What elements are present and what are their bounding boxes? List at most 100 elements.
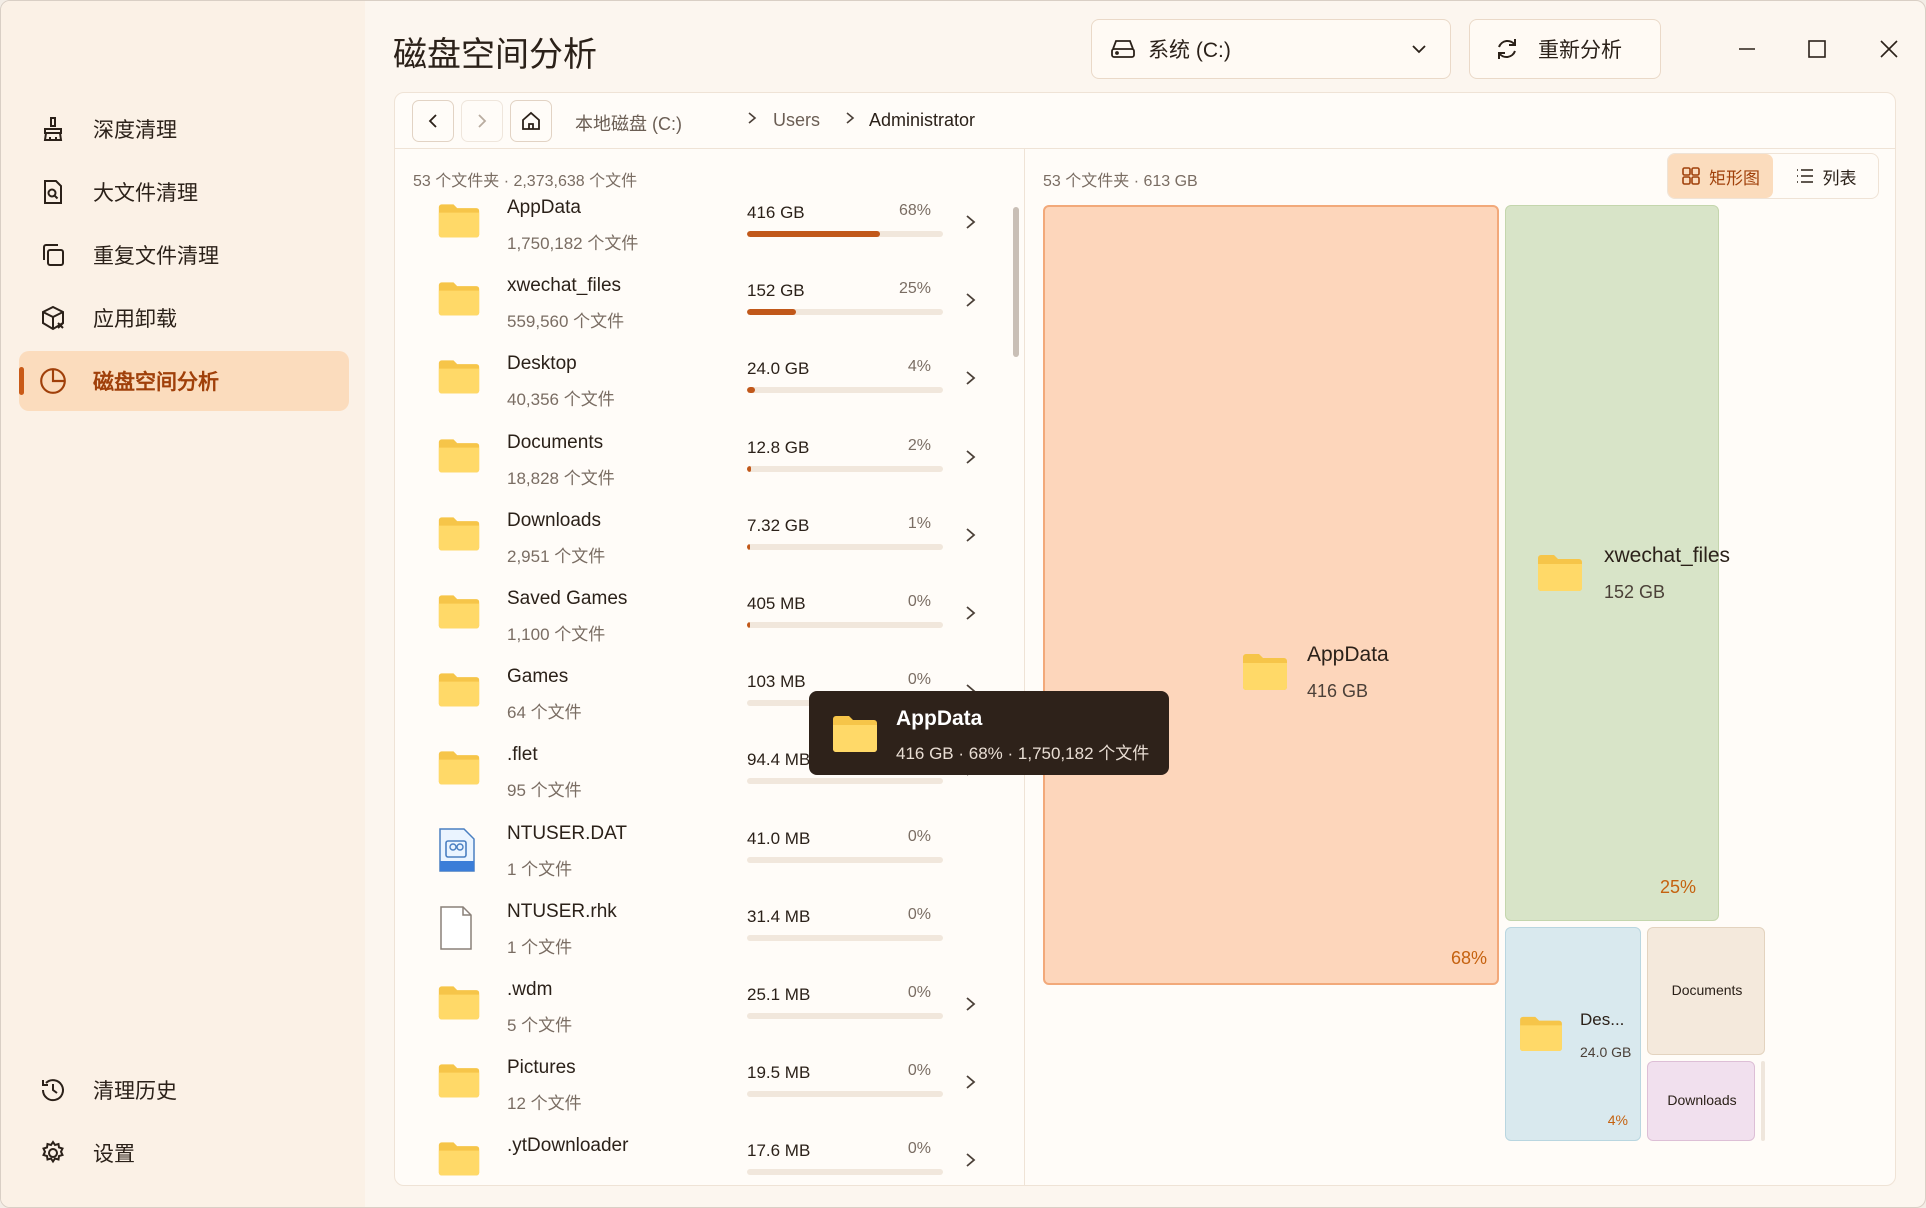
usage-bar xyxy=(747,778,943,785)
list-item[interactable]: .ytDownloader 17.6 MB 0% xyxy=(395,1129,1009,1185)
treemap-tile-desktop[interactable]: Des... 24.0 GB 4% xyxy=(1505,927,1641,1141)
list-item[interactable]: Saved Games 1,100 个文件 405 MB 0% xyxy=(395,582,1009,660)
chevron-down-icon xyxy=(1410,40,1428,64)
maximize-button[interactable] xyxy=(1797,29,1837,69)
sidebar-item-label: 设置 xyxy=(93,1143,135,1166)
treemap-tile-documents[interactable]: Documents xyxy=(1647,927,1765,1055)
tile-size: 152 GB xyxy=(1604,582,1666,602)
file-search-icon xyxy=(37,176,69,208)
sidebar-item-disk-analysis[interactable]: 磁盘空间分析 xyxy=(19,351,349,411)
list-item[interactable]: NTUSER.DAT 1 个文件 41.0 MB 0% xyxy=(395,817,1009,895)
list-summary: 53 个文件夹 · 2,373,638 个文件 xyxy=(413,173,638,190)
usage-bar-fill xyxy=(747,622,750,628)
chevron-right-icon[interactable] xyxy=(963,524,979,551)
treemap-tile-appdata[interactable]: AppData 416 GB 68% xyxy=(1043,205,1499,985)
list-item[interactable]: Pictures 12 个文件 19.5 MB 0% xyxy=(395,1051,1009,1129)
folder-icon xyxy=(437,592,481,640)
usage-bar xyxy=(747,1091,943,1098)
tile-name: Documents xyxy=(1671,982,1743,998)
item-size: 31.4 MB xyxy=(747,906,811,926)
sidebar-item-duplicates[interactable]: 重复文件清理 xyxy=(19,225,349,285)
close-button[interactable] xyxy=(1869,29,1909,69)
item-file-count: 1,750,182 个文件 xyxy=(507,234,639,253)
folder-icon xyxy=(437,1061,481,1109)
sidebar-item-large-files[interactable]: 大文件清理 xyxy=(19,162,349,222)
broom-icon xyxy=(37,113,69,145)
item-size: 41.0 MB xyxy=(747,828,811,848)
treemap-tile-xwechat-files[interactable]: xwechat_files 152 GB 25% xyxy=(1505,205,1730,921)
folder-list-pane: 53 个文件夹 · 2,373,638 个文件 AppData 1,750,182… xyxy=(395,149,1025,1185)
view-list-button[interactable]: 列表 xyxy=(1773,154,1878,198)
sidebar-item-history[interactable]: 清理历史 xyxy=(19,1060,349,1120)
sidebar-item-deep-clean[interactable]: 深度清理 xyxy=(19,99,349,159)
item-name: .ytDownloader xyxy=(507,1135,629,1157)
folder-icon xyxy=(1518,1014,1564,1057)
usage-bar xyxy=(747,1013,943,1019)
item-name: NTUSER.rhk xyxy=(507,900,617,922)
list-item[interactable]: AppData 1,750,182 个文件 416 GB 68% xyxy=(395,191,1009,269)
list-item[interactable]: .wdm 5 个文件 25.1 MB 0% xyxy=(395,973,1009,1051)
list-item[interactable]: Documents 18,828 个文件 12.8 GB 2% xyxy=(395,426,1009,504)
chevron-right-icon[interactable] xyxy=(963,1071,979,1098)
item-size: 152 GB xyxy=(747,281,805,301)
breadcrumb-item-drive[interactable]: 本地磁盘 (C:) xyxy=(575,110,682,136)
package-remove-icon xyxy=(37,302,69,334)
usage-bar-fill xyxy=(747,387,755,394)
sidebar-item-label: 清理历史 xyxy=(93,1080,177,1103)
item-percent: 0% xyxy=(907,827,931,845)
chevron-right-icon xyxy=(478,114,487,128)
home-button[interactable] xyxy=(510,100,552,142)
folder-icon xyxy=(437,748,481,796)
item-file-count: 1,100 个文件 xyxy=(507,625,606,644)
folder-icon xyxy=(1241,651,1289,696)
item-name: NTUSER.DAT xyxy=(507,822,627,844)
chevron-right-icon[interactable] xyxy=(963,289,979,316)
sidebar-item-uninstall[interactable]: 应用卸载 xyxy=(19,288,349,348)
item-name: Documents xyxy=(507,431,604,453)
drive-select[interactable]: 系统 (C:) xyxy=(1091,19,1451,79)
chevron-right-icon[interactable] xyxy=(963,367,979,394)
item-size: 416 GB xyxy=(747,203,805,222)
home-icon xyxy=(522,111,540,130)
item-file-count: 40,356 个文件 xyxy=(507,390,615,410)
list-item[interactable]: Downloads 2,951 个文件 7.32 GB 1% xyxy=(395,504,1009,582)
page-title: 磁盘空间分析 xyxy=(393,36,597,74)
list-item[interactable]: NTUSER.rhk 1 个文件 31.4 MB 0% xyxy=(395,895,1009,973)
forward-button[interactable] xyxy=(461,100,503,142)
view-list-label: 列表 xyxy=(1822,168,1857,188)
minimize-icon xyxy=(1739,48,1755,50)
usage-bar xyxy=(747,465,943,472)
chevron-right-icon[interactable] xyxy=(963,993,979,1020)
treemap-tile-small[interactable] xyxy=(1761,1061,1765,1141)
folder-icon xyxy=(437,1139,481,1185)
breadcrumb-item-users[interactable]: Users xyxy=(773,110,820,131)
tooltip-name: AppData xyxy=(896,707,983,730)
view-treemap-button[interactable]: 矩形图 xyxy=(1668,154,1773,198)
minimize-button[interactable] xyxy=(1727,29,1767,69)
scrollbar[interactable] xyxy=(1013,207,1019,357)
usage-bar-fill xyxy=(747,231,881,237)
chevron-right-icon[interactable] xyxy=(963,211,979,238)
item-percent: 0% xyxy=(907,984,931,1001)
treemap-pane: 53 个文件夹 · 613 GB 矩形图 列表 AppData 416 GB 6 xyxy=(1025,149,1895,1185)
maximize-icon xyxy=(1808,40,1826,58)
chevron-right-icon[interactable] xyxy=(963,1149,979,1176)
sidebar-item-settings[interactable]: 设置 xyxy=(19,1123,349,1183)
item-name: xwechat_files xyxy=(507,275,622,297)
treemap-tile-downloads[interactable]: Downloads xyxy=(1647,1061,1755,1141)
chevron-right-icon[interactable] xyxy=(963,446,979,473)
list-item[interactable]: Desktop 40,356 个文件 24.0 GB 4% xyxy=(395,347,1009,425)
usage-bar-fill xyxy=(747,543,750,550)
back-button[interactable] xyxy=(412,100,454,142)
history-icon xyxy=(37,1074,69,1106)
rescan-button[interactable]: 重新分析 xyxy=(1469,19,1661,79)
item-percent: 4% xyxy=(907,358,931,376)
treemap-summary: 53 个文件夹 · 613 GB xyxy=(1043,173,1198,190)
tile-size: 24.0 GB xyxy=(1580,1044,1632,1060)
breadcrumb-item-current[interactable]: Administrator xyxy=(869,110,975,131)
close-icon xyxy=(1880,40,1898,58)
item-size: 25.1 MB xyxy=(747,985,811,1004)
list-item[interactable]: xwechat_files 559,560 个文件 152 GB 25% xyxy=(395,269,1009,347)
chevron-right-icon[interactable] xyxy=(963,602,979,629)
item-file-count: 1 个文件 xyxy=(507,859,573,879)
